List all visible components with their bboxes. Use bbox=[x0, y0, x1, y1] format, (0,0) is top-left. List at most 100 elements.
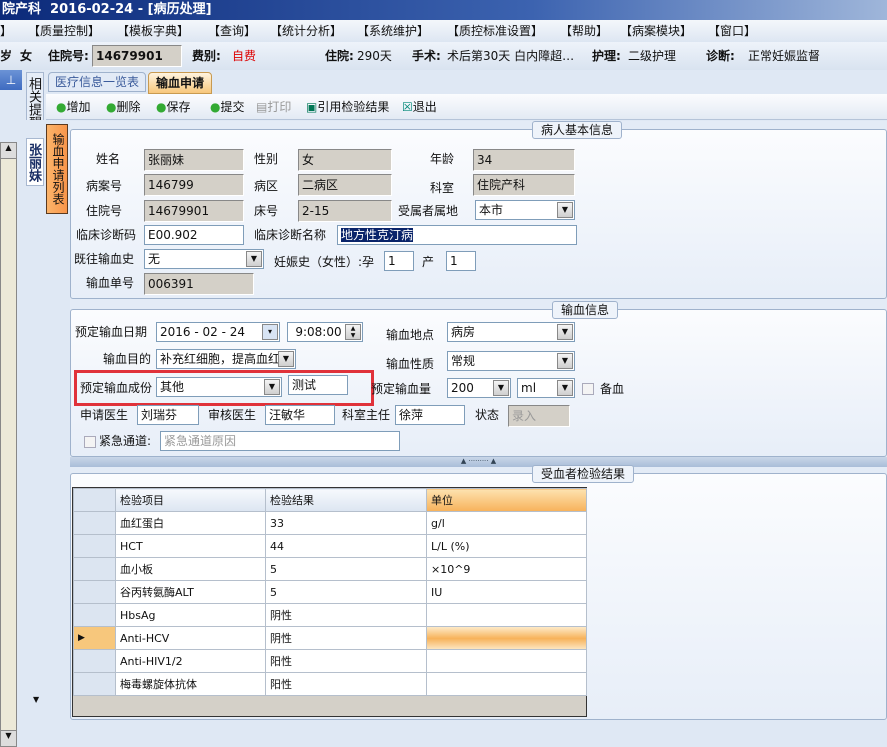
cell-result[interactable]: 阳性 bbox=[265, 649, 427, 673]
cell-result[interactable]: 44 bbox=[265, 534, 427, 558]
cell-item[interactable]: HbsAg bbox=[115, 603, 266, 627]
cell-unit[interactable]: IU bbox=[426, 580, 587, 604]
row-header[interactable] bbox=[73, 672, 116, 696]
reserve-checkbox[interactable] bbox=[582, 383, 594, 395]
locale-select[interactable]: 本市 ▼ bbox=[475, 200, 575, 220]
chevron-down-icon[interactable]: ▼ bbox=[557, 353, 573, 369]
component-note-input[interactable]: 测试 bbox=[288, 375, 348, 395]
calendar-dropdown-icon[interactable]: ▾ bbox=[262, 324, 278, 340]
chevron-down-icon[interactable]: ▼ bbox=[557, 324, 573, 340]
doctor-input[interactable]: 刘瑞芬 bbox=[137, 405, 199, 425]
tab-transfusion-request[interactable]: 输血申请 bbox=[148, 72, 212, 94]
cell-result[interactable]: 5 bbox=[265, 557, 427, 581]
row-header[interactable] bbox=[73, 557, 116, 581]
pregnancy-input[interactable]: 1 bbox=[384, 251, 414, 271]
row-header[interactable] bbox=[73, 649, 116, 673]
table-row[interactable]: 血小板 5 ×10^9 bbox=[73, 557, 587, 581]
cell-result[interactable]: 5 bbox=[265, 580, 427, 604]
column-header-item[interactable]: 检验项目 bbox=[115, 488, 266, 512]
menu-item-system[interactable]: 【系统维护】 bbox=[357, 20, 429, 42]
unit-select[interactable]: ml ▼ bbox=[517, 378, 575, 398]
cell-item[interactable]: Anti-HCV bbox=[115, 626, 266, 650]
spinner-icon[interactable]: ▲ ▼ bbox=[345, 324, 361, 340]
exit-button[interactable]: ☒退出 bbox=[402, 94, 437, 120]
menu-item-help[interactable]: 【帮助】 bbox=[560, 20, 608, 42]
cell-result[interactable]: 阳性 bbox=[265, 672, 427, 696]
cell-item[interactable]: Anti-HIV1/2 bbox=[115, 649, 266, 673]
menu-item-quality[interactable]: 【质量控制】 bbox=[28, 20, 100, 42]
table-row[interactable]: 谷丙转氨酶ALT 5 IU bbox=[73, 580, 587, 604]
row-header[interactable]: ▶ bbox=[73, 626, 116, 650]
component-select[interactable]: 其他 ▼ bbox=[156, 377, 282, 397]
cell-unit[interactable] bbox=[426, 672, 587, 696]
purpose-select[interactable]: 补充红细胞，提高血红 ▼ bbox=[156, 349, 296, 369]
chevron-down-icon[interactable]: ▼ bbox=[493, 380, 509, 396]
cell-unit[interactable]: ×10^9 bbox=[426, 557, 587, 581]
cell-unit[interactable]: g/l bbox=[426, 511, 587, 535]
cell-unit[interactable] bbox=[426, 603, 587, 627]
chevron-down-icon[interactable]: ▼ bbox=[278, 351, 294, 367]
menu-item-query[interactable]: 【查询】 bbox=[208, 20, 256, 42]
menu-item-qc-standard[interactable]: 【质控标准设置】 bbox=[447, 20, 543, 42]
scrollbar[interactable]: ▲ ▼ bbox=[0, 142, 17, 747]
cell-item[interactable]: 血小板 bbox=[115, 557, 266, 581]
scroll-down-icon[interactable]: ▼ bbox=[1, 730, 16, 746]
table-row[interactable]: HCT 44 L/L (%) bbox=[73, 534, 587, 558]
cell-unit[interactable] bbox=[426, 649, 587, 673]
tab-medical-overview[interactable]: 医疗信息一览表 bbox=[48, 72, 146, 92]
birth-input[interactable]: 1 bbox=[446, 251, 476, 271]
side-tab-transfusion-list[interactable]: 输血申请列表 bbox=[46, 124, 68, 214]
table-row[interactable]: ▶ Anti-HCV 阴性 bbox=[73, 626, 587, 650]
pin-icon[interactable]: ⊥ bbox=[0, 70, 22, 90]
table-row[interactable]: HbsAg 阴性 bbox=[73, 603, 587, 627]
print-button[interactable]: ▤打印 bbox=[256, 94, 291, 120]
splitter-handle[interactable]: ▲ ········· ▲ bbox=[70, 457, 887, 467]
cell-item[interactable]: HCT bbox=[115, 534, 266, 558]
emergency-checkbox[interactable] bbox=[84, 436, 96, 448]
save-button[interactable]: ●保存 bbox=[156, 94, 191, 120]
column-header-unit[interactable]: 单位 bbox=[426, 488, 587, 512]
column-header-result[interactable]: 检验结果 bbox=[265, 488, 427, 512]
grid-corner[interactable] bbox=[73, 488, 116, 512]
amount-select[interactable]: 200 ▼ bbox=[447, 378, 511, 398]
history-select[interactable]: 无 ▼ bbox=[144, 249, 264, 269]
menu-item-window[interactable]: 【窗口】 bbox=[708, 20, 756, 42]
row-header[interactable] bbox=[73, 603, 116, 627]
submit-button[interactable]: ●提交 bbox=[210, 94, 245, 120]
place-select[interactable]: 病房 ▼ bbox=[447, 322, 575, 342]
row-header[interactable] bbox=[73, 580, 116, 604]
cell-item[interactable]: 谷丙转氨酶ALT bbox=[115, 580, 266, 604]
cell-unit[interactable]: L/L (%) bbox=[426, 534, 587, 558]
scroll-down-icon[interactable]: ▼ bbox=[33, 695, 39, 704]
row-header[interactable] bbox=[73, 534, 116, 558]
cell-result[interactable]: 33 bbox=[265, 511, 427, 535]
diag-name-input[interactable]: 地方性克汀病 bbox=[337, 225, 577, 245]
diag-code-input[interactable]: E00.902 bbox=[144, 225, 244, 245]
director-input[interactable]: 徐萍 bbox=[395, 405, 465, 425]
nature-select[interactable]: 常规 ▼ bbox=[447, 351, 575, 371]
chevron-down-icon[interactable]: ▼ bbox=[246, 251, 262, 267]
cell-result[interactable]: 阴性 bbox=[265, 626, 427, 650]
cell-unit[interactable] bbox=[426, 626, 587, 650]
menu-item-stats[interactable]: 【统计分析】 bbox=[270, 20, 342, 42]
delete-button[interactable]: ●删除 bbox=[106, 94, 141, 120]
scroll-up-icon[interactable]: ▲ bbox=[1, 143, 16, 159]
time-input[interactable]: 9:08:00 ▲ ▼ bbox=[287, 322, 363, 342]
cell-item[interactable]: 血红蛋白 bbox=[115, 511, 266, 535]
chevron-down-icon[interactable]: ▼ bbox=[264, 379, 280, 395]
table-row[interactable]: 血红蛋白 33 g/l bbox=[73, 511, 587, 535]
date-picker[interactable]: 2016 - 02 - 24 ▾ bbox=[156, 322, 280, 342]
menu-item[interactable]: 】 bbox=[0, 20, 12, 42]
reviewer-input[interactable]: 汪敏华 bbox=[265, 405, 335, 425]
cell-item[interactable]: 梅毒螺旋体抗体 bbox=[115, 672, 266, 696]
chevron-down-icon[interactable]: ▼ bbox=[557, 202, 573, 218]
table-row[interactable]: Anti-HIV1/2 阳性 bbox=[73, 649, 587, 673]
menu-item-case[interactable]: 【病案模块】 bbox=[620, 20, 692, 42]
cite-results-button[interactable]: ▣引用检验结果 bbox=[306, 94, 389, 120]
chevron-down-icon[interactable]: ▼ bbox=[557, 380, 573, 396]
table-row[interactable]: 梅毒螺旋体抗体 阳性 bbox=[73, 672, 587, 696]
menu-item-template[interactable]: 【模板字典】 bbox=[117, 20, 189, 42]
add-button[interactable]: ●增加 bbox=[56, 94, 91, 120]
cell-result[interactable]: 阴性 bbox=[265, 603, 427, 627]
side-tab-patient[interactable]: 张丽妹 bbox=[26, 138, 44, 186]
